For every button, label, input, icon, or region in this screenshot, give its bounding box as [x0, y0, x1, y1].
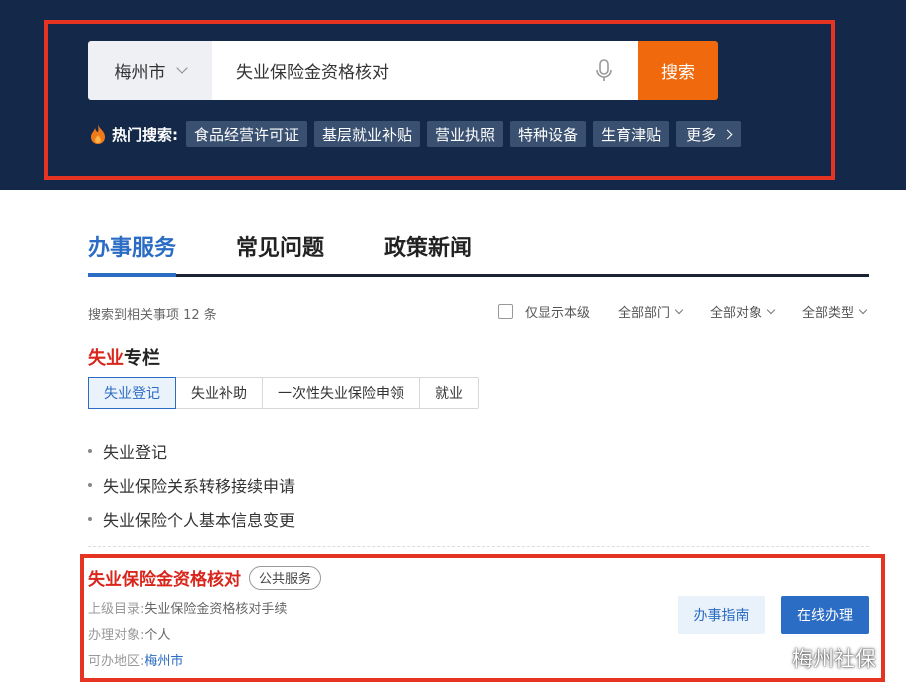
bullet-icon: [88, 449, 92, 453]
target-dropdown-label: 全部对象: [709, 306, 762, 321]
only-local-checkbox[interactable]: [497, 304, 513, 319]
list-item[interactable]: 失业保险关系转移接续申请: [88, 468, 295, 502]
meta-value: 个人: [144, 628, 171, 643]
more-label: 更多: [686, 125, 717, 144]
search-bar: 梅州市 失业保险金资格核对 搜索: [88, 41, 718, 100]
type-dropdown[interactable]: 全部类型: [801, 302, 868, 321]
chevron-down-icon: [674, 305, 684, 315]
filters: 仅显示本级 全部部门 全部对象 全部类型: [497, 302, 868, 321]
result-card-title: 失业保险金资格核对 公共服务: [88, 565, 322, 590]
main-tabs: 办事服务 常见问题 政策新闻: [88, 232, 869, 277]
column-sub-tabs: 失业登记 失业补助 一次性失业保险申领 就业: [88, 377, 479, 409]
meta-label: 办理对象:: [88, 628, 145, 643]
result-parent-directory: 上级目录:失业保险金资格核对手续: [88, 598, 287, 617]
watermark-text: 梅州社保: [792, 647, 876, 671]
service-guide-button[interactable]: 办事指南: [678, 596, 765, 634]
chevron-down-icon: [858, 305, 868, 315]
tab-services[interactable]: 办事服务: [88, 232, 177, 277]
result-region: 可办地区:梅州市: [88, 650, 183, 669]
column-title: 失业专栏: [88, 344, 160, 370]
search-button[interactable]: 搜索: [638, 41, 718, 100]
chevron-down-icon: [175, 62, 188, 74]
department-dropdown-label: 全部部门: [617, 306, 670, 321]
type-dropdown-label: 全部类型: [801, 306, 854, 321]
wechat-icon: [756, 647, 786, 669]
target-dropdown[interactable]: 全部对象: [709, 302, 776, 321]
hot-tag[interactable]: 基层就业补贴: [314, 121, 421, 147]
sub-tab-unemployment-subsidy[interactable]: 失业补助: [176, 378, 263, 408]
sub-tab-unemployment-registration[interactable]: 失业登记: [88, 377, 176, 409]
bullet-icon: [88, 483, 92, 487]
hot-tag[interactable]: 营业执照: [427, 121, 504, 147]
search-input[interactable]: 失业保险金资格核对: [212, 41, 638, 100]
list-item-label: 失业保险关系转移接续申请: [103, 477, 296, 496]
hot-tag[interactable]: 特种设备: [510, 121, 587, 147]
microphone-icon[interactable]: [596, 59, 612, 83]
department-dropdown[interactable]: 全部部门: [617, 302, 684, 321]
tab-faq[interactable]: 常见问题: [236, 232, 324, 274]
hot-tag[interactable]: 生育津贴: [593, 121, 670, 147]
chevron-right-icon: [722, 129, 733, 139]
chevron-down-icon: [766, 305, 776, 315]
hot-tag[interactable]: 食品经营许可证: [186, 121, 308, 147]
watermark: 梅州社保: [756, 643, 876, 673]
sub-tab-one-time-claim[interactable]: 一次性失业保险申领: [263, 378, 420, 408]
column-list: 失业登记 失业保险关系转移接续申请 失业保险个人基本信息变更: [88, 434, 295, 536]
tab-policy-news[interactable]: 政策新闻: [384, 232, 472, 274]
sub-tab-employment[interactable]: 就业: [420, 378, 478, 408]
result-target: 办理对象:个人: [88, 624, 170, 643]
bullet-icon: [88, 517, 92, 521]
column-title-highlight: 失业: [88, 348, 124, 369]
list-item-label: 失业登记: [103, 443, 168, 462]
result-count: 搜索到相关事项 12 条: [88, 308, 217, 323]
meta-label: 上级目录:: [88, 602, 145, 617]
meta-label: 可办地区:: [88, 654, 145, 669]
city-select-label: 梅州市: [114, 63, 166, 83]
divider: [88, 546, 869, 547]
more-button[interactable]: 更多: [676, 121, 742, 147]
city-select[interactable]: 梅州市: [88, 41, 212, 100]
hot-search: 热门搜索: 食品经营许可证 基层就业补贴 营业执照 特种设备 生育津贴 更多: [90, 121, 742, 147]
column-title-rest: 专栏: [124, 348, 160, 369]
list-item[interactable]: 失业保险个人基本信息变更: [88, 502, 295, 536]
meta-value: 失业保险金资格核对手续: [144, 602, 288, 617]
hot-search-label: 热门搜索:: [112, 125, 178, 144]
online-apply-button[interactable]: 在线办理: [781, 596, 869, 634]
service-type-badge: 公共服务: [249, 565, 322, 590]
list-item[interactable]: 失业登记: [88, 434, 295, 468]
only-local-label[interactable]: 仅显示本级: [525, 302, 590, 321]
region-link[interactable]: 梅州市: [144, 654, 183, 669]
result-title-link[interactable]: 失业保险金资格核对: [88, 565, 241, 590]
search-query: 失业保险金资格核对: [236, 63, 389, 83]
flame-icon: [91, 124, 105, 144]
list-item-label: 失业保险个人基本信息变更: [103, 511, 296, 530]
